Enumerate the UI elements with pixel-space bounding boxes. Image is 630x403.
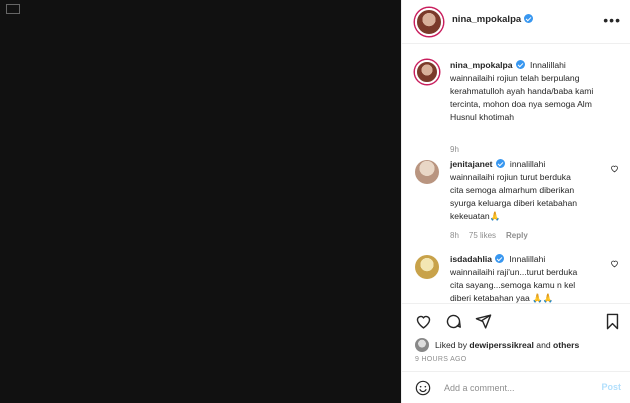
- avatar[interactable]: [415, 338, 429, 352]
- comment-text: nina_mpokalpa Innalillahi wainnailaihi r…: [450, 59, 610, 124]
- liked-by-text: Liked by dewiperssikreal and others: [435, 340, 579, 350]
- like-comment-heart-icon[interactable]: [610, 259, 619, 268]
- carousel-indicator-icon: [6, 4, 20, 14]
- avatar[interactable]: [415, 255, 439, 279]
- comment-line: diberi ketabahan yaa 🙏🙏: [450, 293, 554, 303]
- emoji-smile-icon[interactable]: [415, 380, 431, 396]
- like-comment-heart-icon[interactable]: [610, 164, 619, 173]
- verified-badge-icon: [495, 159, 505, 168]
- comment-username-label[interactable]: nina_mpokalpa: [450, 60, 513, 70]
- post-comment-button[interactable]: Post: [601, 382, 621, 392]
- liked-and: and: [536, 340, 551, 350]
- comment-text: isdadahlia Innalillahi wainnailaihi raji…: [450, 253, 610, 303]
- comment-line: cita sayang...semoga kamu n kel: [450, 280, 576, 290]
- comment-line: Innalillahi: [509, 254, 546, 264]
- action-icons: [415, 313, 492, 330]
- avatar[interactable]: [415, 60, 439, 84]
- verified-badge-icon: [524, 14, 534, 23]
- comment-meta: 9h: [450, 145, 459, 154]
- save-bookmark-icon[interactable]: [604, 313, 621, 330]
- share-paper-plane-icon[interactable]: [475, 313, 492, 330]
- liked-others-link[interactable]: others: [553, 340, 579, 350]
- verified-badge-icon: [515, 60, 525, 69]
- comment-username-label[interactable]: isdadahlia: [450, 254, 492, 264]
- comment-line: wainnailaihi rojiun turut berduka: [450, 172, 571, 182]
- comments-list: nina_mpokalpa Innalillahi wainnailaihi r…: [402, 45, 630, 303]
- comment-time[interactable]: 8h: [450, 231, 459, 240]
- comment-bubble-icon[interactable]: [445, 313, 462, 330]
- comment-line: innalillahi: [509, 159, 546, 169]
- avatar[interactable]: [415, 8, 443, 36]
- reply-button[interactable]: Reply: [506, 231, 528, 240]
- post-media[interactable]: [0, 0, 401, 403]
- liked-prefix: Liked by: [435, 340, 468, 350]
- comment-line: syurga keluarga diberi ketabahan: [450, 198, 578, 208]
- comment-username-label[interactable]: jenitajanet: [450, 159, 493, 169]
- comment-line: cita semoga almarhum diberikan: [450, 185, 575, 195]
- more-options-icon[interactable]: •••: [603, 12, 621, 28]
- liked-user-link[interactable]: dewiperssikreal: [469, 340, 534, 350]
- comment-text: jenitajanet innalillahi wainnailaihi roj…: [450, 158, 610, 223]
- liked-by: Liked by dewiperssikreal and others: [415, 338, 579, 352]
- post-timestamp[interactable]: 9 HOURS AGO: [415, 356, 467, 363]
- comment-line: wainnailaihi rojiun telah berpulang: [450, 73, 580, 83]
- post-author-username[interactable]: nina_mpokalpa: [452, 14, 534, 25]
- avatar[interactable]: [415, 160, 439, 184]
- comment-meta: 8h 75 likes Reply: [450, 231, 528, 240]
- like-heart-icon[interactable]: [415, 313, 432, 330]
- comment-username[interactable]: jenitajanet: [450, 159, 505, 169]
- comment-username[interactable]: isdadahlia: [450, 254, 505, 264]
- verified-badge-icon: [495, 254, 505, 263]
- comment-username[interactable]: nina_mpokalpa: [450, 60, 525, 70]
- add-comment-input[interactable]: [444, 380, 584, 396]
- post-side-panel: nina_mpokalpa ••• nina_mpokalpa Innalill…: [401, 0, 630, 403]
- comment-line: wainnailaihi raji'un...turut berduka: [450, 267, 578, 277]
- add-comment-bar: Post: [402, 371, 630, 403]
- comment-line: Husnul khotimah: [450, 112, 515, 122]
- comment-line: kerahmatulloh ayah handa/baba kami: [450, 86, 594, 96]
- comment-time[interactable]: 9h: [450, 145, 459, 154]
- comment-likes[interactable]: 75 likes: [469, 231, 496, 240]
- post-author-name[interactable]: nina_mpokalpa: [452, 14, 521, 25]
- comment-line: Innalillahi: [529, 60, 566, 70]
- post-header: nina_mpokalpa •••: [402, 0, 630, 44]
- comment-line: tercinta, mohon doa nya semoga Alm: [450, 99, 592, 109]
- comment-line: kekeuatan🙏: [450, 211, 501, 221]
